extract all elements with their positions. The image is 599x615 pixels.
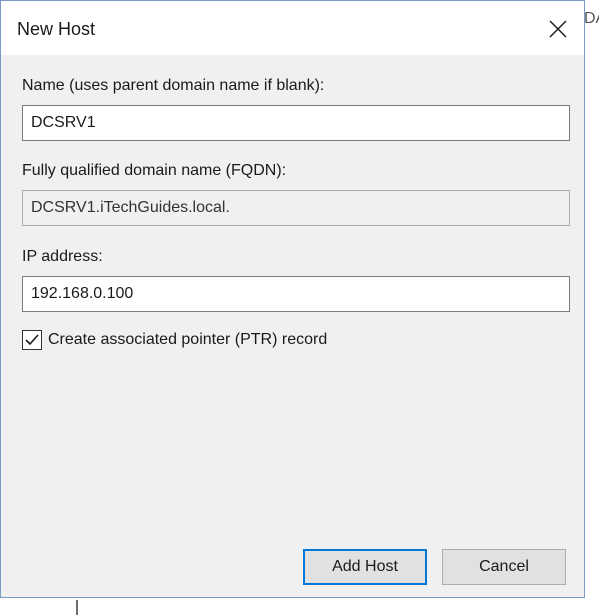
cancel-button[interactable]: Cancel — [442, 549, 566, 585]
ip-address-input[interactable]: 192.168.0.100 — [22, 276, 570, 312]
dialog-title: New Host — [17, 19, 96, 39]
fqdn-label: Fully qualified domain name (FQDN): — [22, 162, 287, 179]
ip-address-label: IP address: — [22, 248, 103, 265]
ptr-record-checkbox[interactable] — [22, 330, 42, 350]
checkmark-icon — [25, 334, 39, 346]
name-input[interactable]: DCSRV1 — [22, 105, 570, 141]
close-icon — [549, 20, 567, 38]
new-host-dialog: New Host Name (uses parent domain name i… — [0, 0, 585, 598]
title-bar[interactable]: New Host — [1, 1, 584, 55]
name-label: Name (uses parent domain name if blank): — [22, 77, 325, 94]
ptr-record-label[interactable]: Create associated pointer (PTR) record — [48, 331, 327, 349]
fqdn-field: DCSRV1.iTechGuides.local. — [22, 190, 570, 226]
close-button[interactable] — [540, 11, 576, 47]
ptr-record-option[interactable]: Create associated pointer (PTR) record — [22, 328, 327, 352]
background-divider — [76, 600, 78, 615]
background-window-text: DA — [584, 10, 599, 27]
add-host-button[interactable]: Add Host — [303, 549, 427, 585]
